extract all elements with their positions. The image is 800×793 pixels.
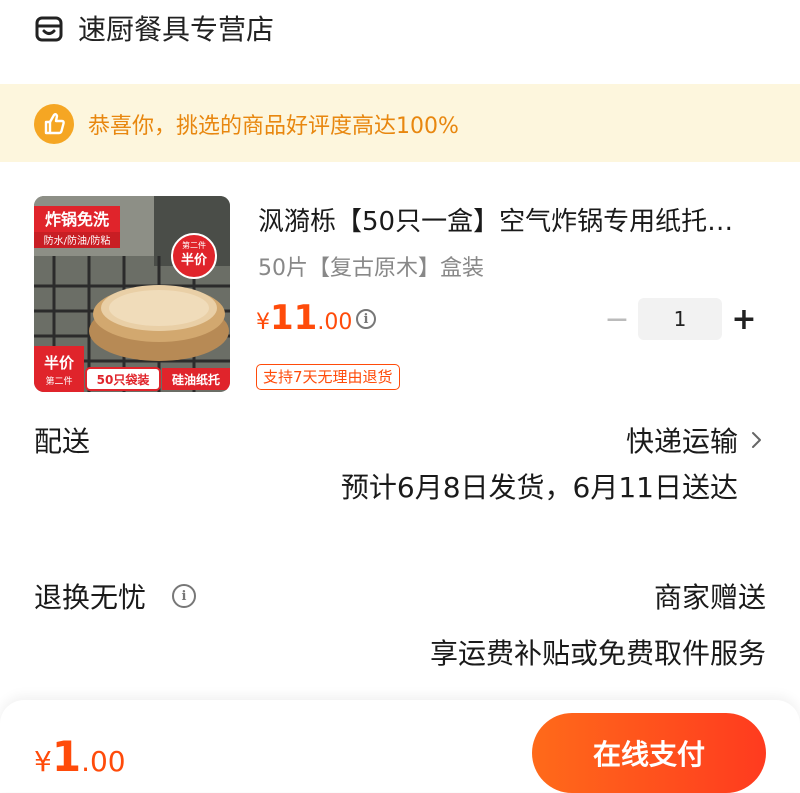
returns-description: 享运费补贴或免费取件服务 (429, 637, 766, 670)
image-badge-subtext: 防水/防油/防粘 (44, 234, 111, 247)
product-spec[interactable]: 50片【复古原木】盒装 (258, 250, 484, 282)
shop-icon (35, 16, 63, 42)
total-price: ¥1.00 (34, 732, 126, 781)
product-price: ¥11.00 (256, 298, 352, 338)
returns-info-icon[interactable]: i (172, 584, 196, 608)
image-circle-caption: 第二件 (182, 240, 206, 250)
quantity-decrease-button[interactable]: − (604, 302, 630, 338)
price-decimal: .00 (317, 310, 353, 335)
price-info-icon[interactable]: i (356, 309, 376, 329)
image-pack-label: 50只袋装 (97, 372, 150, 387)
shop-name[interactable]: 速厨餐具专营店 (78, 8, 274, 48)
praise-banner: 恭喜你，挑选的商品好评度高达100% (0, 84, 800, 162)
chevron-right-icon[interactable] (750, 428, 764, 452)
price-currency: ¥ (256, 310, 270, 335)
return-policy-tag: 支持7天无理由退货 (256, 364, 400, 390)
product-image[interactable]: 炸锅免洗 防水/防油/防粘 第二件 半价 半价 第二件 50只袋装 硅油纸托 (34, 196, 230, 392)
image-material-label: 硅油纸托 (172, 372, 220, 387)
total-decimal: .00 (81, 745, 126, 778)
returns-label: 退换无忧 (34, 581, 147, 614)
delivery-label: 配送 (34, 425, 91, 458)
product-title[interactable]: 沨漪栎【50只一盒】空气炸锅专用纸托硅油纸 (258, 201, 758, 238)
total-integer: 1 (51, 732, 82, 781)
returns-provider: 商家赠送 (653, 581, 766, 614)
checkout-bar: ¥1.00 在线支付 (0, 700, 800, 793)
quantity-input[interactable]: 1 (638, 298, 722, 340)
image-circle-label: 半价 (181, 252, 208, 268)
quantity-increase-button[interactable]: + (730, 302, 758, 338)
delivery-eta: 预计6月8日发货，6月11日送达 (340, 471, 738, 504)
praise-banner-text: 恭喜你，挑选的商品好评度高达100% (88, 114, 459, 139)
price-integer: 11 (270, 298, 318, 338)
delivery-method[interactable]: 快递运输 (626, 420, 738, 460)
total-currency: ¥ (34, 745, 52, 778)
image-badge-text: 炸锅免洗 (45, 210, 109, 229)
pay-online-button[interactable]: 在线支付 (532, 713, 766, 793)
shop-header[interactable]: 速厨餐具专营店 (0, 0, 800, 58)
image-corner-caption: 第二件 (45, 375, 72, 387)
thumbs-up-icon (34, 104, 74, 144)
image-corner-label: 半价 (44, 354, 75, 372)
